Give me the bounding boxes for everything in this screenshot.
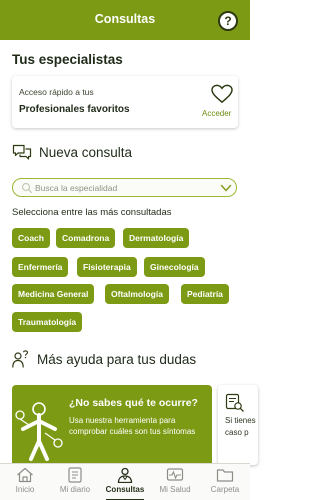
diary-icon <box>68 467 82 483</box>
fav-card-caption: Acceso rápido a tus <box>19 87 94 97</box>
fav-card-title: Profesionales favoritos <box>19 104 130 115</box>
tab-consultas[interactable]: Consultas <box>100 464 150 500</box>
doctor-icon <box>117 467 133 483</box>
specialty-chip[interactable]: Dermatología <box>123 228 190 248</box>
specialty-chip[interactable]: Oftalmología <box>105 284 169 304</box>
partial-card-line1: Si tienes <box>225 416 256 425</box>
folder-icon <box>216 469 234 482</box>
home-icon <box>17 467 33 483</box>
tab-label: Mi Salud <box>159 485 191 494</box>
page-title: Consultas <box>94 12 156 26</box>
specialty-search[interactable] <box>12 178 237 197</box>
specialists-title: Tus especialistas <box>12 52 123 67</box>
new-consult-title: Nueva consulta <box>39 145 133 160</box>
symptom-card-description: Usa nuestra herramienta para comprobar c… <box>69 416 196 436</box>
specialty-chip[interactable]: Enfermería <box>12 257 69 277</box>
symptom-card-title: ¿No sabes qué te ocurre? <box>69 397 198 409</box>
tab-inicio[interactable]: Inicio <box>0 464 50 500</box>
partial-card-line2: caso p <box>225 428 249 437</box>
tab-label: Carpeta <box>210 485 240 494</box>
partial-help-card[interactable]: Si tienes caso p <box>218 385 258 465</box>
chevron-down-icon[interactable] <box>220 183 232 193</box>
tab-mi-diario[interactable]: Mi diario <box>50 464 100 500</box>
tab-label: Consultas <box>105 485 145 494</box>
specialty-chip[interactable]: Fisioterapia <box>77 257 137 277</box>
body-figure-icon <box>15 402 63 461</box>
more-help-title: Más ayuda para tus dudas <box>37 351 197 367</box>
symptom-checker-card[interactable]: ¿No sabes qué te ocurre? Usa nuestra her… <box>12 385 212 465</box>
more-help-header: Más ayuda para tus dudas <box>12 349 196 369</box>
bottom-tab-bar: Inicio Mi diario Consultas Mi Salud Carp… <box>0 463 250 500</box>
tab-carpeta[interactable]: Carpeta <box>200 464 250 500</box>
specialty-chip[interactable]: Medicina General <box>12 284 95 304</box>
health-monitor-icon <box>166 468 184 481</box>
tab-label: Inicio <box>15 485 35 494</box>
person-question-icon <box>12 350 29 368</box>
app-header: Consultas ? <box>0 0 250 40</box>
tab-label: Mi diario <box>59 485 91 494</box>
help-button[interactable]: ? <box>218 11 238 31</box>
specialty-chip[interactable]: Coach <box>12 228 50 248</box>
search-input[interactable] <box>35 181 205 194</box>
specialty-chip[interactable]: Ginecología <box>144 257 205 277</box>
specialty-chip[interactable]: Pediatría <box>181 284 229 304</box>
specialty-chip[interactable]: Comadrona <box>56 228 116 248</box>
new-consult-header: Nueva consulta <box>12 144 132 161</box>
tab-mi-salud[interactable]: Mi Salud <box>150 464 200 500</box>
specialty-chip[interactable]: Traumatología <box>12 312 83 332</box>
search-icon <box>21 182 33 194</box>
most-consulted-label: Selecciona entre las más consultadas <box>12 207 172 218</box>
doc-search-icon <box>225 393 244 412</box>
chat-bubbles-icon <box>12 144 32 160</box>
access-link[interactable]: Acceder <box>202 109 231 118</box>
heart-icon[interactable] <box>211 84 233 104</box>
favorite-professionals-card[interactable]: Acceso rápido a tus Profesionales favori… <box>12 76 238 128</box>
